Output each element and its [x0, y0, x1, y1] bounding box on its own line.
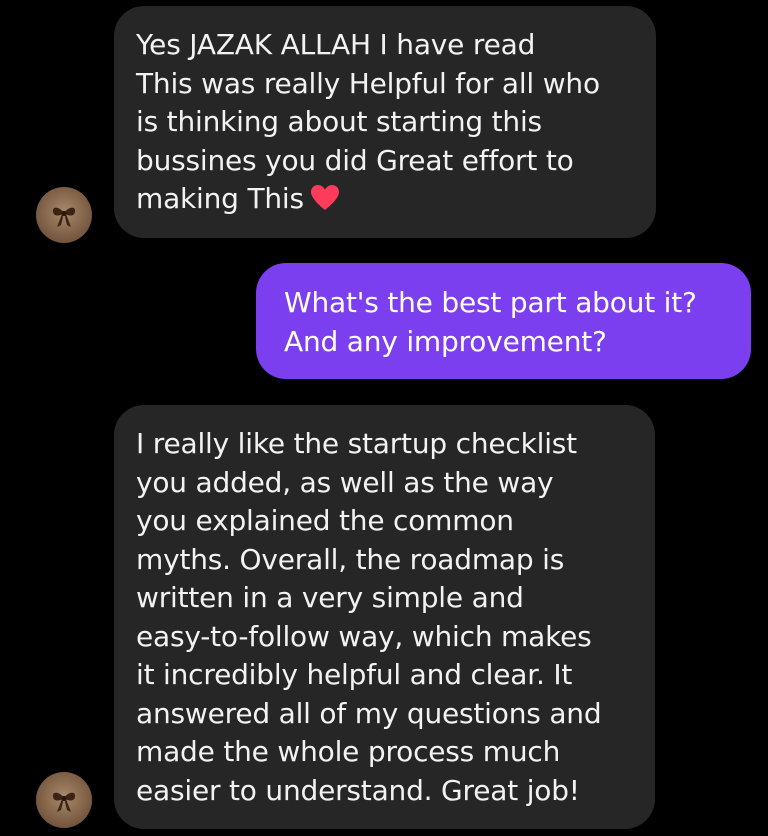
incoming-message-bubble[interactable]: Yes JAZAK ALLAH I have read This was rea…: [114, 6, 656, 238]
message-text: What's the best part about it? And any i…: [284, 286, 697, 358]
red-heart-icon: [310, 184, 340, 223]
contact-avatar[interactable]: [36, 772, 92, 828]
outgoing-message-bubble[interactable]: What's the best part about it? And any i…: [256, 263, 751, 379]
bow-avatar-icon: [52, 792, 76, 812]
contact-avatar[interactable]: [36, 187, 92, 243]
incoming-message-bubble[interactable]: I really like the startup checklist you …: [114, 405, 655, 829]
message-text: Yes JAZAK ALLAH I have read This was rea…: [136, 28, 600, 215]
message-text: I really like the startup checklist you …: [136, 427, 602, 807]
bow-avatar-icon: [52, 207, 76, 227]
